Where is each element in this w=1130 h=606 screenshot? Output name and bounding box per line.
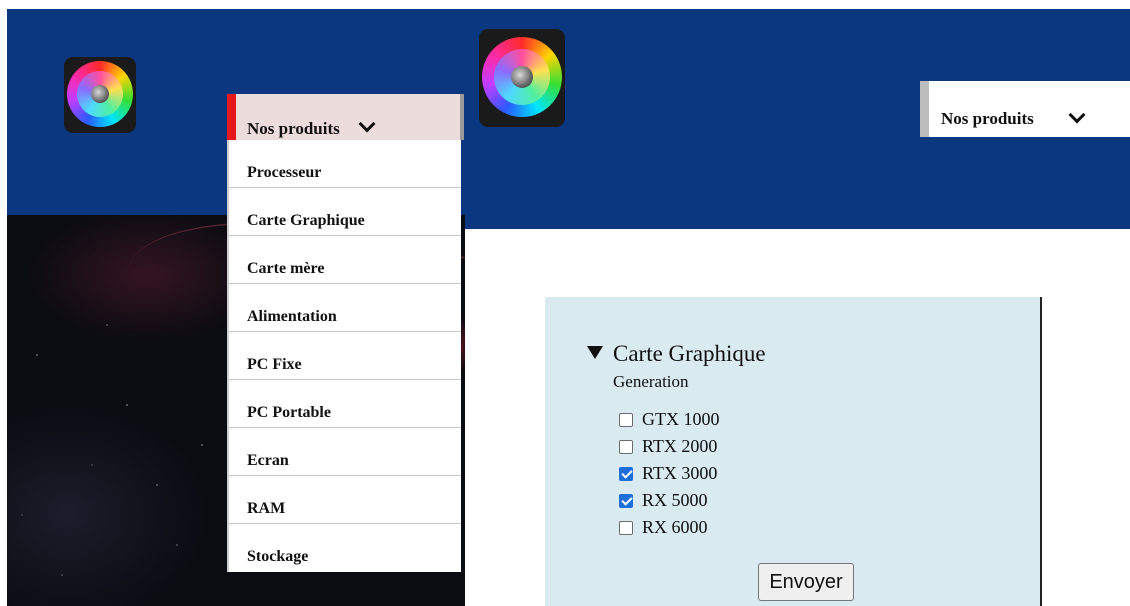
products-menu-label: Nos produits: [247, 119, 340, 138]
checkbox[interactable]: [619, 493, 633, 508]
filter-panel: Carte Graphique Generation GTX 1000 RTX …: [545, 297, 1042, 606]
chevron-down-icon: [1068, 106, 1086, 124]
rgb-fan-logo-icon[interactable]: [479, 29, 565, 127]
checkbox[interactable]: [619, 439, 633, 454]
menu-item-alimentation[interactable]: Alimentation: [229, 284, 461, 332]
rgb-fan-logo-icon[interactable]: [64, 57, 136, 133]
menu-edge: [460, 94, 464, 140]
active-indicator: [227, 94, 236, 140]
checkbox[interactable]: [619, 466, 633, 481]
option-label: RTX 3000: [642, 463, 718, 483]
generation-options: GTX 1000 RTX 2000 RTX 3000 RX 5000 RX 60…: [619, 406, 720, 541]
menu-item-ecran[interactable]: Ecran: [229, 428, 461, 476]
products-menu-button[interactable]: Nos produits: [227, 94, 464, 140]
menu-item-label: Carte Graphique: [247, 212, 365, 229]
menu-item-label: PC Portable: [247, 404, 331, 421]
menu-item-ram[interactable]: RAM: [229, 476, 461, 524]
menu-item-label: Alimentation: [247, 308, 337, 325]
left-view: Nos produits Processeur Carte Graphique …: [7, 9, 465, 606]
option-rtx-3000: RTX 3000: [619, 460, 720, 487]
menu-item-label: RAM: [247, 500, 286, 517]
right-view: Nos produits Carte Graphique Generation …: [465, 9, 1130, 606]
option-rtx-2000: RTX 2000: [619, 433, 720, 460]
option-label: RX 5000: [642, 490, 708, 510]
filter-summary-toggle[interactable]: Carte Graphique: [587, 341, 766, 367]
products-menu-label: Nos produits: [941, 109, 1034, 128]
menu-item-label: Ecran: [247, 452, 289, 469]
menu-item-pc-portable[interactable]: PC Portable: [229, 380, 461, 428]
option-gtx-1000: GTX 1000: [619, 406, 720, 433]
products-dropdown-menu: Processeur Carte Graphique Carte mère Al…: [227, 140, 461, 572]
option-label: RTX 2000: [642, 436, 718, 456]
option-rx-5000: RX 5000: [619, 487, 720, 514]
menu-item-carte-mere[interactable]: Carte mère: [229, 236, 461, 284]
menu-edge: [920, 81, 929, 137]
menu-item-carte-graphique[interactable]: Carte Graphique: [229, 188, 461, 236]
menu-item-label: Processeur: [247, 164, 322, 181]
submit-button[interactable]: Envoyer: [758, 563, 854, 601]
menu-item-pc-fixe[interactable]: PC Fixe: [229, 332, 461, 380]
menu-item-label: Carte mère: [247, 260, 325, 277]
products-menu-button[interactable]: Nos produits: [920, 81, 1130, 137]
option-label: GTX 1000: [642, 409, 720, 429]
generation-label: Generation: [613, 372, 689, 391]
filter-summary-label: Carte Graphique: [613, 341, 766, 366]
option-rx-6000: RX 6000: [619, 514, 720, 541]
menu-item-stockage[interactable]: Stockage: [229, 524, 461, 572]
checkbox[interactable]: [619, 520, 633, 535]
option-label: RX 6000: [642, 517, 708, 537]
disclosure-triangle-icon: [587, 346, 603, 360]
menu-item-label: Stockage: [247, 548, 309, 565]
checkbox[interactable]: [619, 412, 633, 427]
menu-item-processeur[interactable]: Processeur: [229, 140, 461, 188]
chevron-down-icon: [358, 115, 376, 133]
menu-item-label: PC Fixe: [247, 356, 302, 373]
